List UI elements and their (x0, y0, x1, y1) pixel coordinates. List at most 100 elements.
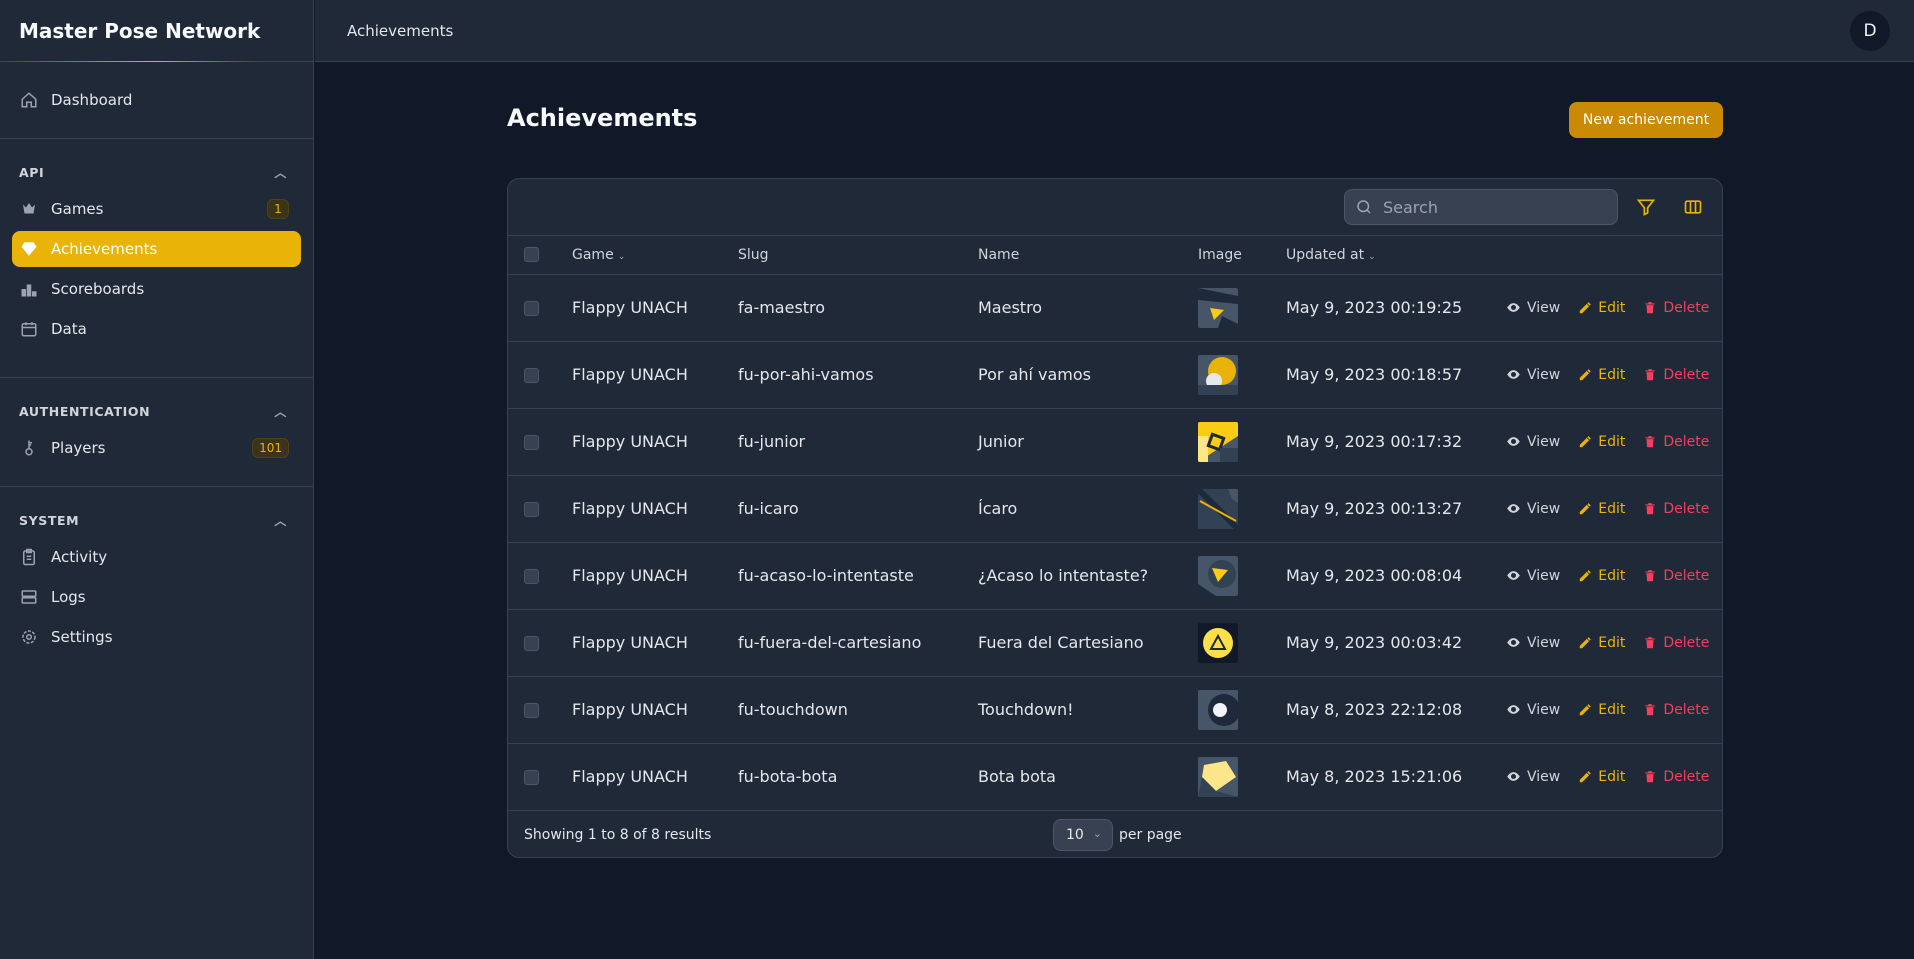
column-header-name[interactable]: Name (978, 236, 1198, 274)
table-header-row: Game ⌄ Slug Name Image Updated at ⌄ (508, 236, 1722, 274)
table-row[interactable]: Flappy UNACH fu-acaso-lo-intentaste ¿Aca… (508, 542, 1722, 609)
table-row[interactable]: Flappy UNACH fu-por-ahi-vamos Por ahí va… (508, 341, 1722, 408)
sidebar-item-games[interactable]: Games 1 (12, 191, 301, 227)
cell-updated-at: May 9, 2023 00:19:25 (1286, 298, 1463, 317)
filter-icon[interactable] (1634, 195, 1658, 219)
row-checkbox[interactable] (524, 770, 539, 785)
achievement-thumbnail (1198, 689, 1286, 730)
table-row[interactable]: Flappy UNACH fu-fuera-del-cartesiano Fue… (508, 609, 1722, 676)
delete-action[interactable]: Delete (1643, 568, 1709, 584)
row-checkbox[interactable] (524, 502, 539, 517)
delete-action[interactable]: Delete (1643, 300, 1709, 316)
row-checkbox[interactable] (524, 301, 539, 316)
delete-action[interactable]: Delete (1643, 769, 1709, 785)
delete-action[interactable]: Delete (1643, 501, 1709, 517)
table-row[interactable]: Flappy UNACH fu-junior Junior May 9, 202… (508, 408, 1722, 475)
view-action[interactable]: View (1506, 769, 1560, 785)
trash-icon (1643, 770, 1657, 784)
table-row[interactable]: Flappy UNACH fu-icaro Ícaro May 9, 2023 … (508, 475, 1722, 542)
trash-icon (1643, 703, 1657, 717)
achievement-thumbnail (1198, 421, 1286, 462)
edit-action[interactable]: Edit (1578, 568, 1625, 584)
pencil-icon (1578, 368, 1592, 382)
sidebar-item-label: Activity (51, 548, 108, 566)
edit-action[interactable]: Edit (1578, 501, 1625, 517)
search-box[interactable] (1344, 189, 1618, 225)
delete-action[interactable]: Delete (1643, 434, 1709, 450)
per-page-select[interactable]: 10 ⌄ (1053, 818, 1113, 851)
view-action[interactable]: View (1506, 702, 1560, 718)
column-header-slug[interactable]: Slug (738, 236, 978, 274)
cell-game: Flappy UNACH (572, 767, 688, 786)
delete-label: Delete (1663, 634, 1710, 651)
trophy-icon (19, 199, 39, 219)
edit-action[interactable]: Edit (1578, 367, 1625, 383)
edit-label: Edit (1598, 634, 1626, 651)
row-checkbox[interactable] (524, 368, 539, 383)
delete-action[interactable]: Delete (1643, 635, 1709, 651)
sidebar-item-label: Achievements (51, 240, 158, 258)
sidebar-item-logs[interactable]: Logs (12, 579, 301, 615)
column-header-actions (1506, 236, 1722, 274)
app-title[interactable]: Master Pose Network (0, 0, 313, 62)
edit-action[interactable]: Edit (1578, 769, 1625, 785)
sidebar-item-achievements[interactable]: Achievements (12, 231, 301, 267)
column-header-updated-at[interactable]: Updated at ⌄ (1286, 236, 1506, 274)
columns-toggle-icon[interactable] (1681, 195, 1705, 219)
breadcrumb[interactable]: Achievements (347, 22, 453, 40)
cell-updated-at: May 9, 2023 00:17:32 (1286, 432, 1463, 451)
view-action[interactable]: View (1506, 568, 1560, 584)
sidebar-item-label: Players (51, 439, 106, 457)
cell-image (1198, 408, 1286, 475)
cell-name: Por ahí vamos (978, 365, 1091, 384)
edit-label: Edit (1598, 701, 1626, 718)
group-header-system[interactable]: SYSTEM ︿ (0, 501, 313, 539)
view-label: View (1527, 634, 1561, 651)
group-header-authentication[interactable]: AUTHENTICATION ︿ (0, 392, 313, 430)
row-checkbox[interactable] (524, 636, 539, 651)
column-header-game[interactable]: Game ⌄ (572, 236, 738, 274)
delete-label: Delete (1663, 701, 1710, 718)
cell-name: Touchdown! (978, 700, 1074, 719)
sidebar-item-dashboard[interactable]: Dashboard (12, 82, 301, 118)
view-action[interactable]: View (1506, 635, 1560, 651)
table-row[interactable]: Flappy UNACH fu-touchdown Touchdown! May… (508, 676, 1722, 743)
cell-slug: fu-icaro (738, 499, 799, 518)
per-page-value: 10 (1066, 826, 1084, 843)
avatar[interactable]: D (1850, 11, 1890, 51)
edit-action[interactable]: Edit (1578, 434, 1625, 450)
eye-icon (1506, 300, 1521, 315)
group-label: API (19, 164, 45, 180)
eye-icon (1506, 367, 1521, 382)
trash-icon (1643, 368, 1657, 382)
sidebar-item-players[interactable]: Players 101 (12, 430, 301, 466)
sidebar-item-activity[interactable]: Activity (12, 539, 301, 575)
edit-action[interactable]: Edit (1578, 635, 1625, 651)
cell-name: Junior (978, 432, 1024, 451)
sidebar-item-settings[interactable]: Settings (12, 619, 301, 655)
trash-icon (1643, 569, 1657, 583)
delete-action[interactable]: Delete (1643, 367, 1709, 383)
view-label: View (1527, 299, 1561, 316)
view-action[interactable]: View (1506, 367, 1560, 383)
view-action[interactable]: View (1506, 300, 1560, 316)
table-row[interactable]: Flappy UNACH fu-bota-bota Bota bota May … (508, 743, 1722, 810)
pencil-icon (1578, 435, 1592, 449)
row-checkbox[interactable] (524, 435, 539, 450)
sidebar-item-scoreboards[interactable]: Scoreboards (12, 271, 301, 307)
cell-slug: fa-maestro (738, 298, 826, 317)
table-toolbar (508, 179, 1722, 236)
row-checkbox[interactable] (524, 569, 539, 584)
sidebar-item-data[interactable]: Data (12, 311, 301, 347)
edit-action[interactable]: Edit (1578, 702, 1625, 718)
view-action[interactable]: View (1506, 434, 1560, 450)
search-input[interactable] (1383, 197, 1603, 217)
view-action[interactable]: View (1506, 501, 1560, 517)
row-checkbox[interactable] (524, 703, 539, 718)
new-achievement-button[interactable]: New achievement (1569, 102, 1723, 138)
select-all-checkbox[interactable] (524, 247, 539, 263)
group-header-api[interactable]: API ︿ (0, 153, 313, 191)
edit-action[interactable]: Edit (1578, 300, 1625, 316)
table-row[interactable]: Flappy UNACH fa-maestro Maestro May 9, 2… (508, 274, 1722, 341)
delete-action[interactable]: Delete (1643, 702, 1709, 718)
